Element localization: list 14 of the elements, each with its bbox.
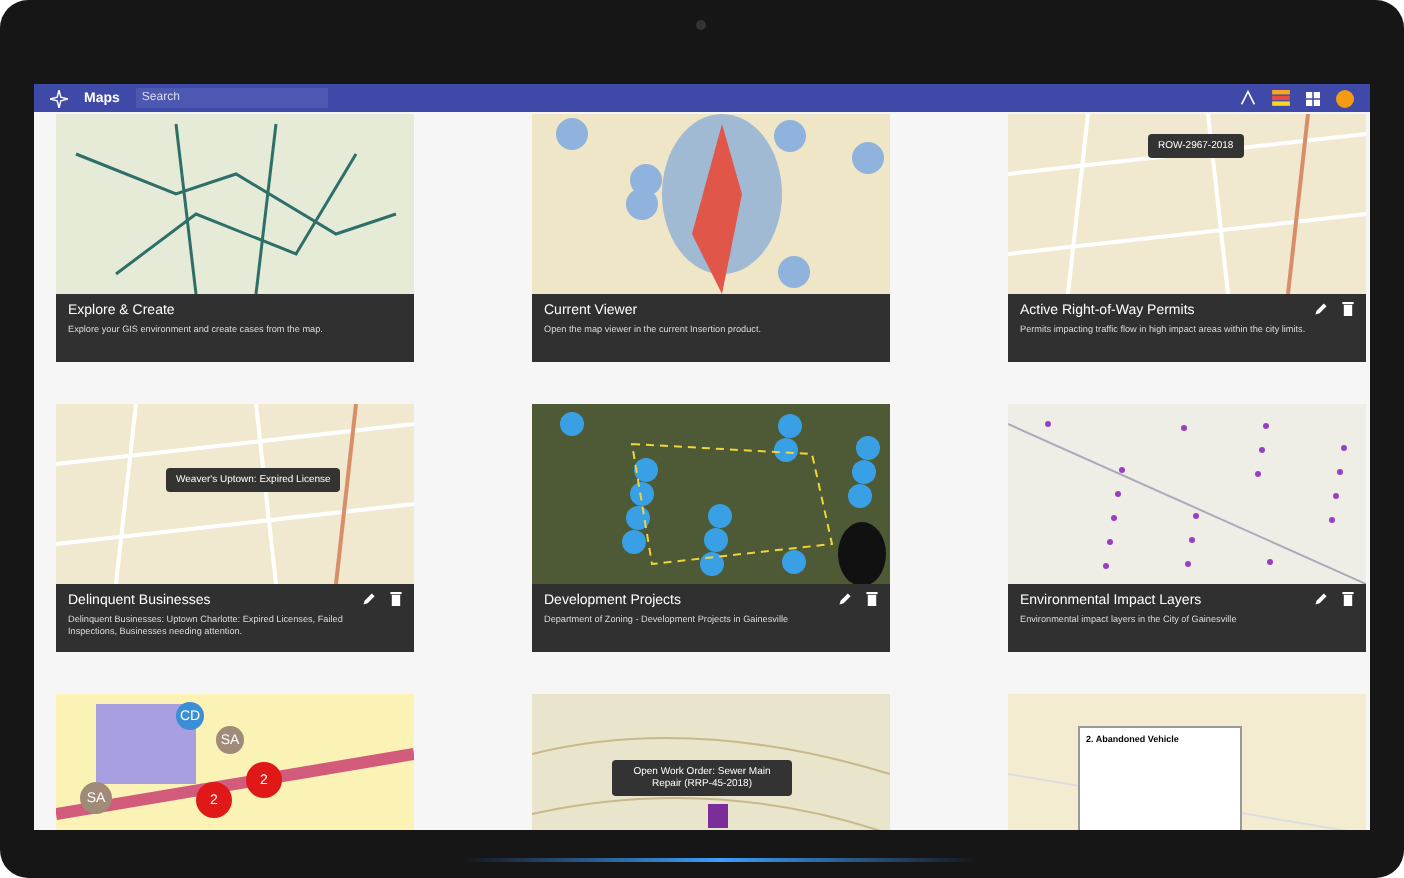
trash-icon[interactable] <box>866 592 878 606</box>
trash-icon[interactable] <box>1342 302 1354 316</box>
arrows-icon[interactable] <box>1240 90 1256 106</box>
pencil-icon[interactable] <box>362 592 376 606</box>
camera-icon <box>696 20 706 30</box>
pencil-icon[interactable] <box>1314 592 1328 606</box>
grid-icon[interactable] <box>1306 91 1320 105</box>
star-logo-icon <box>50 89 68 107</box>
trash-icon[interactable] <box>1342 592 1354 606</box>
trash-icon[interactable] <box>390 592 402 606</box>
pencil-icon[interactable] <box>1314 302 1328 316</box>
pencil-icon[interactable] <box>838 592 852 606</box>
layers-icon[interactable] <box>1272 90 1290 106</box>
avatar-icon[interactable] <box>1336 89 1354 107</box>
